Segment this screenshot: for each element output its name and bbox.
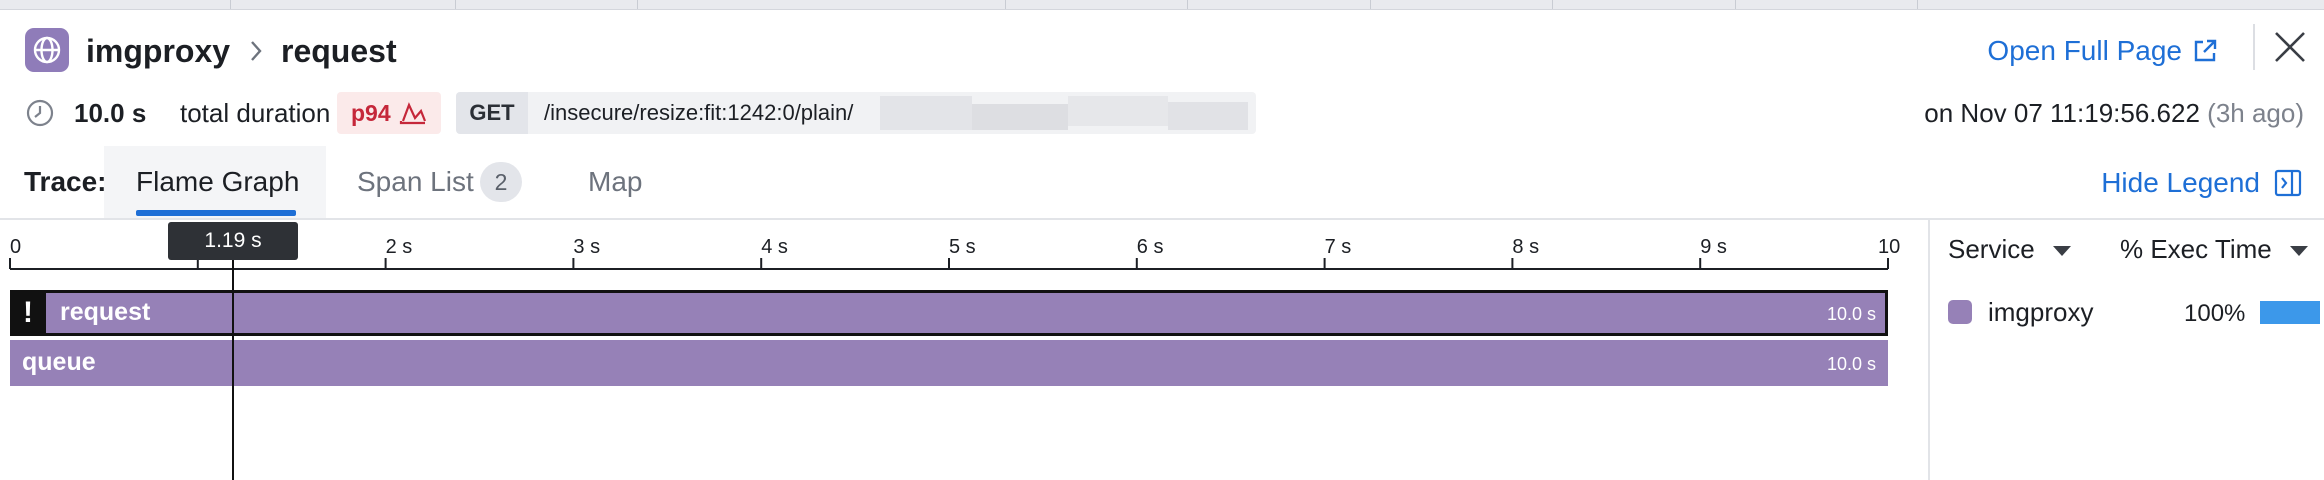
span-bar-request[interactable]: ! request 10.0 s: [10, 290, 1888, 336]
http-method-badge: GET: [456, 92, 528, 134]
tab-span-list[interactable]: Span List: [357, 164, 474, 200]
axis-tick-label: 0: [10, 236, 21, 258]
trace-label: Trace:: [24, 166, 107, 197]
percentile-badge[interactable]: p94: [337, 92, 441, 134]
tab-flame-graph[interactable]: Flame Graph: [136, 164, 299, 200]
service-title[interactable]: imgproxy: [86, 29, 230, 73]
clock-icon: [26, 99, 54, 127]
close-icon[interactable]: [2270, 27, 2310, 67]
active-tab-indicator: [136, 210, 296, 216]
axis-tick-label: 4 s: [761, 236, 788, 258]
duration-label: total duration: [180, 98, 331, 128]
axis-tick-label: 5 s: [949, 236, 976, 258]
percentile-label: p94: [351, 99, 391, 126]
chevron-right-icon: [251, 41, 262, 61]
axis-tick-label: 3 s: [573, 236, 600, 258]
redacted-block: [880, 96, 972, 130]
axis-tick-label: 9 s: [1700, 236, 1727, 258]
tab-map[interactable]: Map: [588, 164, 642, 200]
hide-legend-button[interactable]: Hide Legend: [2101, 165, 2302, 201]
span-name: request: [60, 298, 151, 326]
axis-tick-label: 7 s: [1325, 236, 1352, 258]
open-full-page-label: Open Full Page: [1987, 35, 2182, 66]
error-flag-icon: !: [10, 290, 46, 336]
legend-exec-label: % Exec Time: [2120, 234, 2272, 264]
caret-down-icon: [2052, 246, 2071, 257]
legend-service-header[interactable]: Service: [1948, 232, 2071, 266]
distribution-icon: [399, 102, 426, 125]
globe-icon: [25, 28, 69, 72]
axis-tick-label: 2 s: [386, 236, 413, 258]
open-full-page-link[interactable]: Open Full Page: [1987, 31, 2218, 71]
service-color-swatch: [1948, 300, 1972, 324]
trace-ago: (3h ago): [2207, 98, 2304, 128]
span-title: request: [281, 33, 397, 69]
caret-down-icon: [2289, 246, 2308, 257]
time-cursor-line: [232, 252, 234, 480]
hide-legend-label: Hide Legend: [2101, 167, 2260, 198]
external-link-icon: [2194, 39, 2217, 62]
top-tab-strip: [0, 0, 2324, 10]
span-bar-queue[interactable]: queue 10.0 s: [10, 340, 1888, 386]
axis-tick-label: 8 s: [1512, 236, 1539, 258]
request-path: /insecure/resize:fit:1242:0/plain/: [528, 92, 1256, 134]
exec-time-bar: [2260, 301, 2320, 324]
redacted-block: [1068, 96, 1168, 126]
legend-exec-header[interactable]: % Exec Time: [2120, 232, 2308, 266]
header-divider: [2253, 24, 2255, 70]
legend-exec-percent: 100%: [2184, 300, 2246, 327]
duration-value: 10.0 s: [74, 98, 147, 128]
redacted-block: [972, 104, 1068, 130]
span-duration: 10.0 s: [1826, 354, 1876, 374]
legend-service-label: Service: [1948, 234, 2035, 264]
time-cursor-tooltip: 1.19 s: [168, 222, 298, 260]
span-name: queue: [22, 348, 96, 376]
request-path-text: /insecure/resize:fit:1242:0/plain/: [544, 100, 854, 125]
axis-tick-label: 6 s: [1137, 236, 1164, 258]
legend-service-name[interactable]: imgproxy: [1988, 296, 2093, 328]
trace-date-text: on Nov 07 11:19:56.622: [1924, 98, 2200, 128]
redacted-block: [1168, 102, 1248, 130]
axis-tick-label: 10: [1878, 236, 1900, 258]
collapse-panel-icon: [2274, 169, 2302, 197]
span-count-badge: 2: [480, 162, 522, 202]
trace-date: on Nov 07 11:19:56.622 (3h ago): [1924, 96, 2304, 130]
span-duration: 10.0 s: [1826, 304, 1876, 324]
